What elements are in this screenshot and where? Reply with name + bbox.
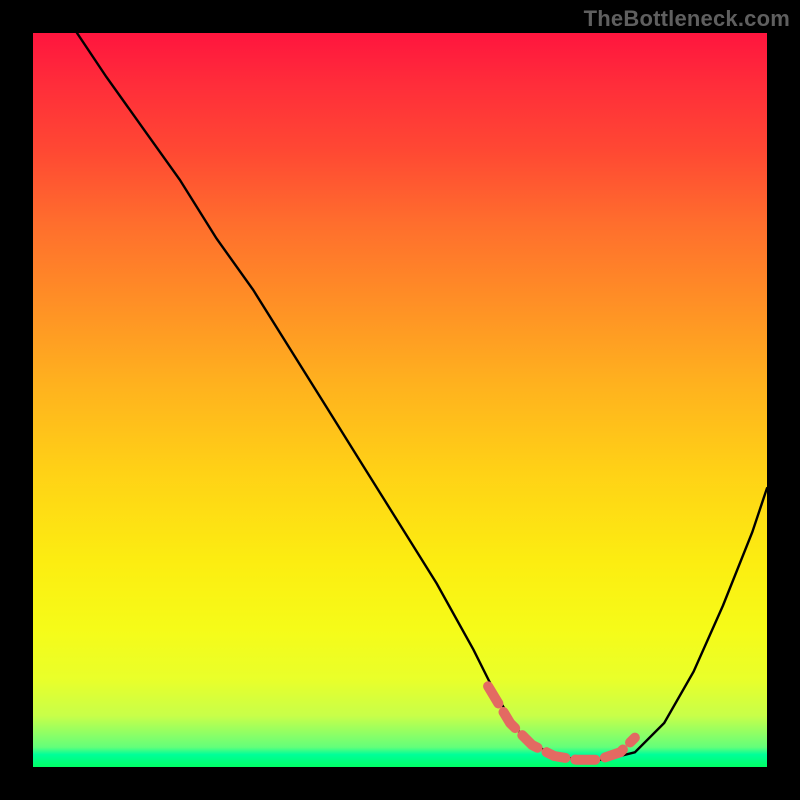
watermark-text: TheBottleneck.com [584, 6, 790, 32]
chart-curve-line [77, 33, 767, 760]
chart-highlight-segment [488, 686, 635, 759]
page-root: TheBottleneck.com [0, 0, 800, 800]
chart-svg [33, 33, 767, 767]
chart-plot-area [33, 33, 767, 767]
